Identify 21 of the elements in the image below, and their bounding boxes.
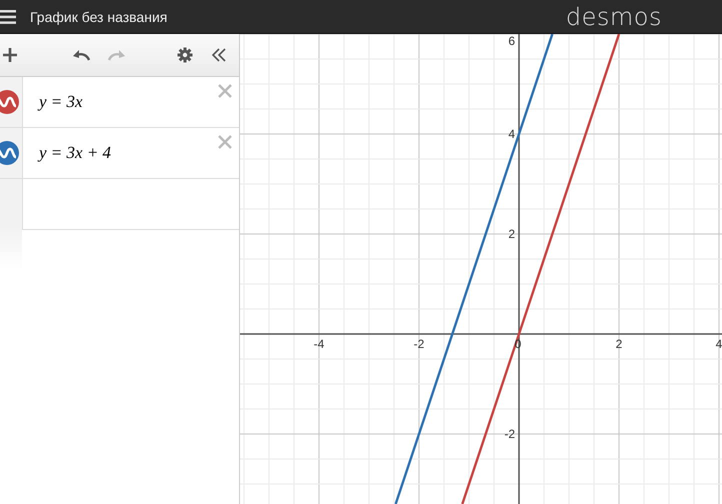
expression-formula[interactable]: y = 3x + 4 xyxy=(39,143,112,163)
expression-formula[interactable]: y = 3x xyxy=(39,92,83,112)
graph-style-icon[interactable] xyxy=(0,141,19,165)
axis-tick-label: 4 xyxy=(508,127,515,141)
graph-title[interactable]: График без названия xyxy=(30,8,168,24)
axis-tick-label: 2 xyxy=(616,337,622,351)
axis-tick-label: -2 xyxy=(414,337,424,351)
menu-icon[interactable] xyxy=(0,10,16,24)
brand-logo: desmos xyxy=(566,2,662,30)
collapse-icon[interactable] xyxy=(211,48,227,62)
settings-icon[interactable] xyxy=(177,47,193,63)
axis-tick-label: 0 xyxy=(514,337,522,351)
axis-tick-label: -4 xyxy=(314,337,324,351)
add-icon[interactable] xyxy=(2,47,18,63)
axis-tick-label: 4 xyxy=(716,337,722,351)
axis-tick-label: 2 xyxy=(508,227,515,241)
graph-style-icon[interactable] xyxy=(0,90,19,114)
axis-tick-label: 6 xyxy=(508,34,515,48)
undo-icon[interactable] xyxy=(72,49,90,61)
axis-tick-label: -2 xyxy=(504,427,515,441)
graph-plot[interactable]: -4 -2 0 2 4 -2 2 4 6 xyxy=(240,34,722,504)
